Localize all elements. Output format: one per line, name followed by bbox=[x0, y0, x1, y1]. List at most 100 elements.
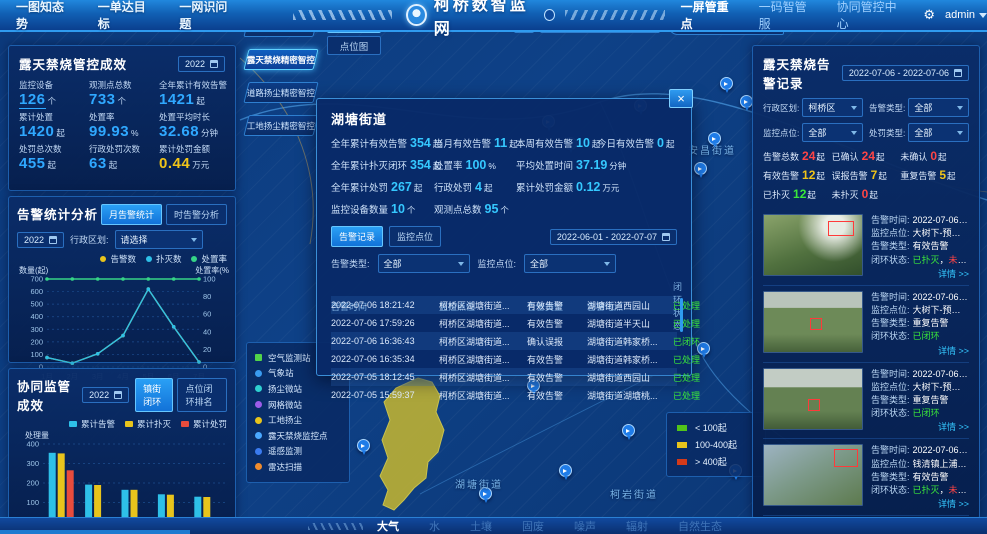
detail-link[interactable]: 详情 >> bbox=[871, 420, 969, 433]
close-button[interactable]: × bbox=[669, 89, 693, 108]
table-row[interactable]: 2022-07-06 16:36:43 柯桥区湖塘街道... 确认误报 湖塘街道… bbox=[331, 332, 677, 350]
map-pin[interactable] bbox=[694, 162, 707, 175]
table-row[interactable]: 2022-07-06 16:35:34 柯桥区湖塘街道... 有效告警 湖塘街道… bbox=[331, 350, 677, 368]
field-value-time: 2022-07-06 18:59:43 bbox=[913, 368, 969, 381]
year-picker[interactable]: 2022 bbox=[17, 232, 64, 248]
legend-item[interactable]: 网格微站 bbox=[255, 397, 341, 413]
map-pin[interactable] bbox=[559, 464, 572, 477]
map-pin[interactable] bbox=[357, 439, 370, 452]
legend-item[interactable]: 处置率 bbox=[191, 253, 227, 265]
cell-status: 已处理 bbox=[673, 371, 700, 384]
mode-button-point[interactable]: 点位图 bbox=[327, 36, 381, 55]
chevron-down-icon bbox=[957, 131, 963, 135]
legend-item[interactable]: 扬尘微站 bbox=[255, 381, 341, 397]
legend-item[interactable]: 累计告警 bbox=[69, 418, 115, 430]
date-range-picker[interactable]: 2022-06-01 - 2022-07-07 bbox=[550, 229, 677, 245]
nav-item-situation[interactable]: 一图知态势 bbox=[16, 0, 70, 32]
stat-value: 733 bbox=[89, 91, 116, 108]
tab-point-ranking[interactable]: 点位闭环排名 bbox=[177, 378, 227, 412]
legend-item[interactable]: 告警数 bbox=[100, 253, 136, 265]
tab-monthly-alarm-stats[interactable]: 月告警统计 bbox=[101, 204, 162, 225]
bottom-tab[interactable]: 固废 bbox=[522, 518, 544, 534]
bottom-tab[interactable]: 土壤 bbox=[470, 518, 492, 534]
year-value: 2022 bbox=[89, 390, 109, 400]
alarm-card[interactable]: 告警时间:2022-07-06 18:57:33 监控点位:钱清镇上浦西-预置位… bbox=[763, 439, 969, 516]
monitor-point-select[interactable]: 全部 bbox=[524, 254, 616, 273]
table-row[interactable]: 2022-07-06 17:59:26 柯桥区湖塘街道... 有效告警 湖塘街道… bbox=[331, 314, 677, 332]
stat-value: 0 bbox=[930, 149, 937, 163]
legend-item[interactable]: 累计处罚 bbox=[181, 418, 227, 430]
table-row[interactable]: 2022-07-05 15:59:37 柯桥区湖塘街道... 有效告警 湖塘街道… bbox=[331, 386, 677, 404]
chevron-down-icon bbox=[458, 262, 464, 266]
map-pin[interactable] bbox=[622, 424, 635, 437]
legend-dot bbox=[255, 448, 262, 455]
panel-collab-supervision: 协同监管成效 2022 镇街闭环 点位闭环排名 累计告警累计扑灭累计处罚 010… bbox=[8, 368, 236, 525]
alarm-thumbnail[interactable] bbox=[763, 368, 863, 430]
tab-hourly-alarm-analysis[interactable]: 时告警分析 bbox=[166, 204, 227, 225]
detail-link[interactable]: 详情 >> bbox=[871, 267, 969, 280]
nav-item-target[interactable]: 一单达目标 bbox=[98, 0, 152, 32]
popup-stats-row: 全年累计扑灭闭环354起处置率100%平均处置时间37.19分钟 bbox=[331, 158, 677, 172]
alarm-thumbnail[interactable] bbox=[763, 291, 863, 353]
district-select[interactable]: 柯桥区 bbox=[802, 98, 863, 117]
map-control-road-dust[interactable]: 道路扬尘精密智控 bbox=[243, 82, 318, 103]
tab-town-closed-loop[interactable]: 镇街闭环 bbox=[135, 378, 173, 412]
legend-item[interactable]: 工地扬尘 bbox=[255, 412, 341, 428]
field-label-point: 监控点位: bbox=[871, 304, 910, 317]
legend-item[interactable]: 露天禁烧监控点 bbox=[255, 428, 341, 444]
nav-item-screen-focus[interactable]: 一屏管重点 bbox=[681, 0, 735, 32]
legend-item[interactable]: 雷达扫描 bbox=[255, 459, 341, 475]
year-picker[interactable]: 2022 bbox=[82, 387, 129, 403]
alarm-card[interactable]: 告警时间:2022-07-06 18:59:43 监控点位:大树下-预置位2 告… bbox=[763, 363, 969, 440]
stat-label: 平均处置时间 bbox=[516, 161, 573, 172]
alarm-list[interactable]: 告警时间:2022-07-06 19:02:01 监控点位:大树下-预置位7 告… bbox=[763, 209, 969, 531]
bottom-tab[interactable]: 辐射 bbox=[626, 518, 648, 534]
stat-value: 12 bbox=[793, 187, 806, 201]
stat-unit: 个 bbox=[407, 205, 416, 215]
legend-dot bbox=[181, 421, 189, 427]
map-control-site-dust[interactable]: 工地扬尘精密智控 bbox=[243, 115, 318, 136]
bottom-tab[interactable]: 自然生态 bbox=[678, 518, 722, 534]
field-value-closure: 已闭环 bbox=[913, 330, 940, 343]
district-select[interactable]: 请选择 bbox=[115, 230, 203, 249]
tab-monitor-points[interactable]: 监控点位 bbox=[389, 226, 441, 247]
alarm-type-select[interactable]: 全部 bbox=[908, 98, 969, 117]
alarm-type-select[interactable]: 全部 bbox=[378, 254, 470, 273]
table-scrollbar[interactable] bbox=[680, 298, 683, 332]
detail-link[interactable]: 详情 >> bbox=[871, 344, 969, 357]
panel-burn-alarm-log: 露天禁烧告警记录 2022-07-06 - 2022-07-06 行政区划:柯桥… bbox=[752, 45, 980, 519]
nav-item-code-service[interactable]: 一码智管服 bbox=[759, 0, 813, 32]
popup-stat: 当月有效告警11起 bbox=[434, 136, 516, 150]
year-picker[interactable]: 2022 bbox=[178, 56, 225, 72]
alarm-card[interactable]: 告警时间:2022-07-06 19:02:01 监控点位:大树下-预置位7 告… bbox=[763, 209, 969, 286]
alarm-thumbnail[interactable] bbox=[763, 214, 863, 276]
map-pin[interactable] bbox=[720, 77, 733, 90]
map-control-open-burning[interactable]: 露天禁烧精密智控 bbox=[243, 49, 318, 70]
penalty-type-select[interactable]: 全部 bbox=[908, 123, 969, 142]
nav-item-problem[interactable]: 一网识问题 bbox=[179, 0, 233, 32]
alarm-line-chart: 01002003004005006007000204060801001月2月3月… bbox=[17, 265, 229, 383]
bottom-tab[interactable]: 大气 bbox=[377, 518, 399, 534]
admin-user-menu[interactable]: admin bbox=[945, 9, 987, 21]
bottom-tab[interactable]: 噪声 bbox=[574, 518, 596, 534]
svg-text:500: 500 bbox=[30, 300, 43, 309]
settings-gear-icon[interactable]: ⚙ bbox=[923, 7, 935, 23]
legend-item[interactable]: 扑灭数 bbox=[146, 253, 182, 265]
date-range-picker[interactable]: 2022-07-06 - 2022-07-06 bbox=[842, 65, 969, 81]
detail-link[interactable]: 详情 >> bbox=[871, 497, 969, 510]
cell-status: 已处理 bbox=[673, 317, 700, 330]
svg-text:处置率(%: 处置率(% bbox=[195, 265, 229, 275]
tab-alarm-records[interactable]: 告警记录 bbox=[331, 226, 383, 247]
cell-type: 确认误报 bbox=[527, 335, 587, 348]
table-row[interactable]: 2022-07-05 18:12:45 柯桥区湖塘街道... 有效告警 湖塘街道… bbox=[331, 368, 677, 386]
legend-label: 告警数 bbox=[110, 253, 136, 265]
nav-item-collab-center[interactable]: 协同管控中心 bbox=[837, 0, 902, 32]
alarm-type-filter-label: 告警类型: bbox=[331, 257, 370, 270]
bottom-tab[interactable]: 水 bbox=[429, 518, 440, 534]
legend-item[interactable]: 遥感监测 bbox=[255, 444, 341, 460]
legend-dot bbox=[255, 463, 262, 470]
alarm-thumbnail[interactable] bbox=[763, 444, 863, 506]
alarm-card[interactable]: 告警时间:2022-07-06 19:00:08 监控点位:大树下-预置位2 告… bbox=[763, 286, 969, 363]
monitor-point-select[interactable]: 全部 bbox=[802, 123, 863, 142]
legend-item[interactable]: 累计扑灭 bbox=[125, 418, 171, 430]
